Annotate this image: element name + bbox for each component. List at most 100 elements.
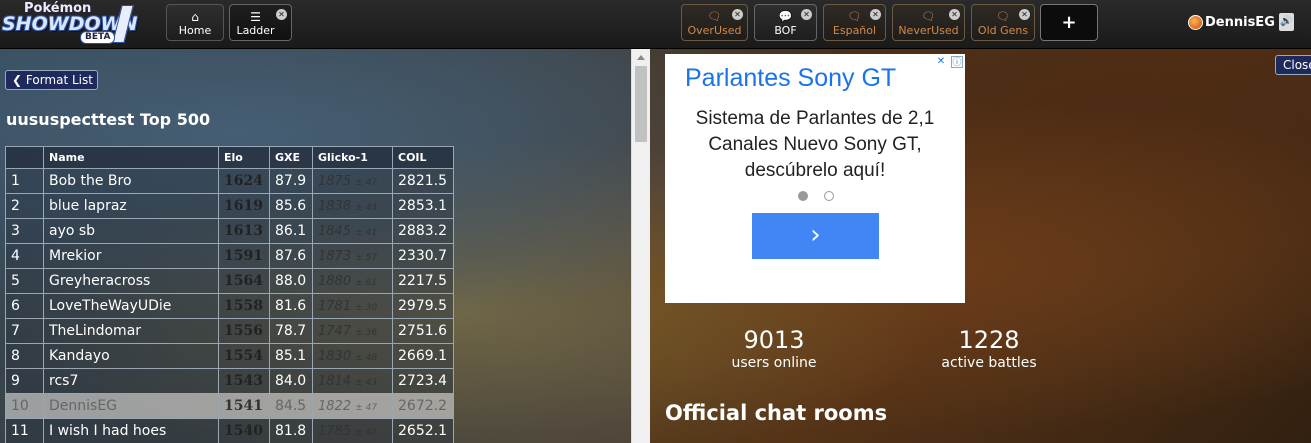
home-tab[interactable]: ⌂ Home — [166, 4, 224, 41]
elo-cell: 1624 — [218, 168, 270, 194]
player-name-cell[interactable]: ayo sb — [43, 218, 219, 244]
coil-cell: 2652.1 — [392, 418, 454, 443]
rank-cell: 4 — [5, 243, 44, 269]
room-tab-espanol[interactable]: 🗨 Español ✕ — [823, 4, 886, 41]
close-icon[interactable]: ✕ — [276, 9, 287, 20]
users-online-count: 9013 — [743, 326, 805, 354]
room-tab-oldgens[interactable]: 🗨 Old Gens ✕ — [971, 4, 1035, 41]
info-icon[interactable]: ⓘ — [951, 56, 963, 68]
rank-cell: 7 — [5, 318, 44, 344]
scrollbar[interactable] — [631, 49, 650, 443]
glicko-cell: 1822 ± 47 — [312, 393, 393, 419]
room-tab-label: OverUsed — [687, 24, 742, 37]
col-name[interactable]: Name — [43, 146, 219, 169]
gxe-cell: 88.0 — [269, 268, 313, 294]
active-battles-label: active battles — [941, 355, 1037, 371]
elo-cell: 1591 — [218, 243, 270, 269]
rank-cell: 9 — [5, 368, 44, 394]
player-name-cell[interactable]: TheLindomar — [43, 318, 219, 344]
table-row: 2 blue lapraz 1619 85.6 1838 ± 43 2853.1 — [5, 193, 454, 219]
glicko-rating: 1875 — [318, 173, 352, 189]
top-header: Pokémon SHOWDOWN BETA ⌂ Home ☰ Ladder ✕ … — [0, 0, 1311, 49]
glicko-cell: 1785 ± 47 — [312, 418, 393, 443]
active-battles-stat[interactable]: 1228 active battles — [936, 326, 1042, 372]
room-tab-label: Español — [832, 24, 877, 37]
gxe-cell: 85.6 — [269, 193, 313, 219]
coil-cell: 2672.2 — [392, 393, 454, 419]
ladder-panel: ❮ Format List uususpecttest Top 500 Name… — [0, 49, 631, 443]
scroll-up-icon[interactable] — [637, 55, 645, 60]
close-icon[interactable]: ✕ — [801, 9, 812, 20]
ladder-title: uususpecttest Top 500 — [6, 110, 211, 129]
player-name-cell[interactable]: rcs7 — [43, 368, 219, 394]
user-menu[interactable]: DennisEG 🔊 — [1188, 12, 1294, 32]
rank-cell: 10 — [5, 393, 44, 419]
player-name-cell[interactable]: DennisEG — [43, 393, 219, 419]
col-coil[interactable]: COIL — [392, 146, 454, 169]
player-name-cell[interactable]: Mrekior — [43, 243, 219, 269]
close-icon[interactable]: ✕ — [949, 9, 960, 20]
rank-cell: 6 — [5, 293, 44, 319]
carousel-dot[interactable] — [824, 191, 834, 201]
carousel-dot-active[interactable] — [798, 191, 808, 201]
room-tab-neverused[interactable]: 🗨 NeverUsed ✕ — [892, 4, 965, 41]
col-rank — [5, 146, 44, 169]
ad-carousel-dots[interactable] — [798, 191, 834, 201]
player-name-cell[interactable]: Kandayo — [43, 343, 219, 369]
scrollbar-thumb[interactable] — [635, 66, 647, 142]
coil-cell: 2669.1 — [392, 343, 454, 369]
close-icon[interactable]: ✕ — [732, 9, 743, 20]
add-room-button[interactable]: + — [1040, 4, 1098, 41]
glicko-cell: 1845 ± 41 — [312, 218, 393, 244]
gxe-cell: 87.6 — [269, 243, 313, 269]
user-avatar-icon — [1188, 14, 1203, 30]
showdown-logo[interactable]: Pokémon SHOWDOWN BETA — [2, 1, 137, 45]
col-elo[interactable]: Elo — [218, 146, 270, 169]
player-name-cell[interactable]: LoveTheWayUDie — [43, 293, 219, 319]
advertisement[interactable]: ✕ ⓘ Parlantes Sony GT Sistema de Parlant… — [665, 54, 965, 303]
col-glicko[interactable]: Glicko-1 — [312, 146, 393, 169]
close-icon[interactable]: ✕ — [935, 56, 947, 68]
room-tab-overused[interactable]: 🗨 OverUsed ✕ — [681, 4, 748, 41]
glicko-cell: 1747 ± 36 — [312, 318, 393, 344]
rank-cell: 5 — [5, 268, 44, 294]
elo-cell: 1554 — [218, 343, 270, 369]
glicko-cell: 1873 ± 57 — [312, 243, 393, 269]
gxe-cell: 86.1 — [269, 218, 313, 244]
table-row: 6 LoveTheWayUDie 1558 81.6 1781 ± 30 2979.5 — [5, 293, 454, 319]
room-tab-bof[interactable]: 💬 BOF ✕ — [754, 4, 817, 41]
elo-cell: 1613 — [218, 218, 270, 244]
ladder-tab[interactable]: ☰ Ladder ✕ — [229, 4, 292, 41]
player-name-cell[interactable]: blue lapraz — [43, 193, 219, 219]
ad-go-button[interactable]: › — [752, 213, 879, 259]
table-row: 10 DennisEG 1541 84.5 1822 ± 47 2672.2 — [5, 393, 454, 419]
table-row: 8 Kandayo 1554 85.1 1830 ± 48 2669.1 — [5, 343, 454, 369]
close-button[interactable]: Close — [1275, 55, 1311, 75]
ad-title[interactable]: Parlantes Sony GT — [685, 64, 896, 93]
close-icon[interactable]: ✕ — [870, 9, 881, 20]
ladder-table: Name Elo GXE Glicko-1 COIL 1 Bob the Bro 1… — [5, 146, 454, 443]
gxe-cell: 81.6 — [269, 293, 313, 319]
glicko-deviation: ± 47 — [355, 177, 378, 188]
coil-cell: 2979.5 — [392, 293, 454, 319]
elo-cell: 1564 — [218, 268, 270, 294]
coil-cell: 2883.2 — [392, 218, 454, 244]
glicko-deviation: ± 43 — [355, 202, 378, 213]
ladder-tab-label: Ladder — [236, 24, 275, 37]
sound-icon[interactable]: 🔊 — [1278, 13, 1294, 31]
gxe-cell: 84.5 — [269, 393, 313, 419]
player-name-cell[interactable]: Bob the Bro — [43, 168, 219, 194]
elo-cell: 1556 — [218, 318, 270, 344]
player-name-cell[interactable]: I wish I had hoes — [43, 418, 219, 443]
close-icon[interactable]: ✕ — [1019, 9, 1030, 20]
glicko-rating: 1781 — [318, 298, 352, 314]
glicko-rating: 1880 — [318, 273, 352, 289]
username[interactable]: DennisEG — [1205, 15, 1275, 30]
room-tab-label: NeverUsed — [898, 24, 959, 37]
player-name-cell[interactable]: Greyheracross — [43, 268, 219, 294]
glicko-cell: 1814 ± 43 — [312, 368, 393, 394]
format-list-button[interactable]: ❮ Format List — [5, 70, 98, 90]
col-gxe[interactable]: GXE — [269, 146, 313, 169]
glicko-deviation: ± 30 — [355, 302, 378, 313]
glicko-cell: 1880 ± 61 — [312, 268, 393, 294]
